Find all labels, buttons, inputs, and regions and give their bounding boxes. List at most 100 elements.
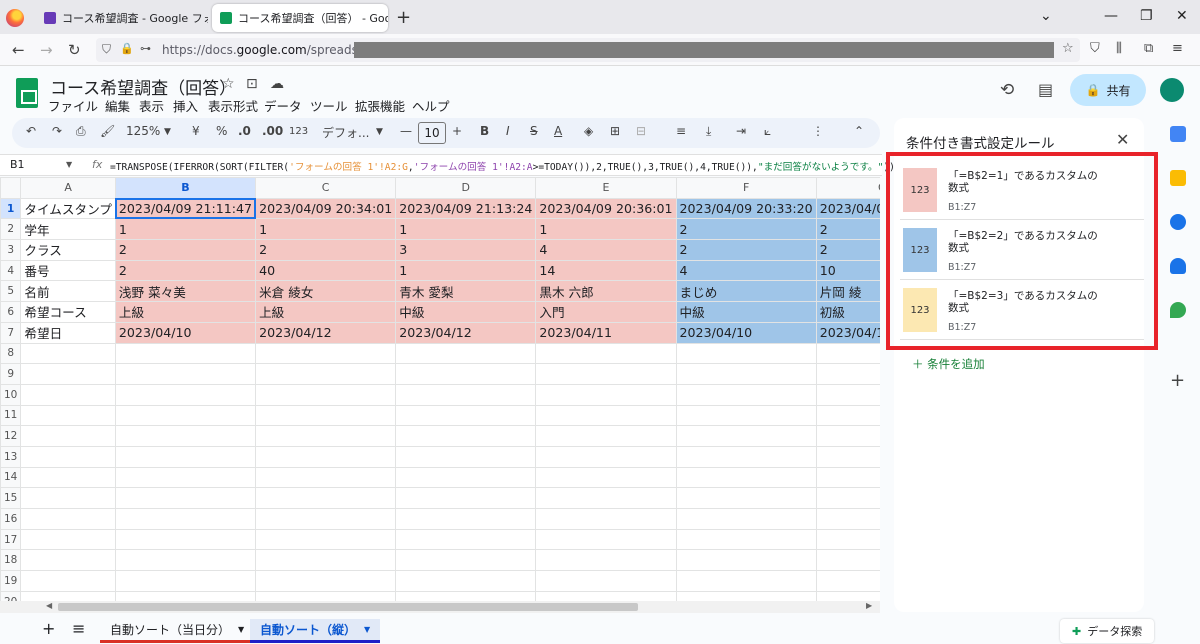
grid-cell[interactable] [114,466,257,489]
grid-cell[interactable]: 2023/04/12 [815,321,880,344]
more-options-icon[interactable]: ⋮ [812,124,824,138]
grid-cell[interactable] [255,342,397,365]
row-header[interactable]: 3 [0,239,22,261]
add-sheet-icon[interactable]: + [42,619,55,638]
grid-cell[interactable] [20,363,116,385]
grid-cell[interactable] [255,508,397,530]
grid-cell[interactable]: 4 [675,259,817,282]
grid-cell[interactable] [815,590,880,601]
grid-cell[interactable] [675,487,817,509]
text-rotate-icon[interactable]: ⟀ [764,124,771,139]
grid-cell[interactable] [395,528,537,551]
browser-tab-forms[interactable]: コース希望調査 - Google フォーム [36,4,208,32]
scroll-left-icon[interactable]: ◀ [46,601,52,610]
grid-cell[interactable] [395,342,537,365]
grid-cell[interactable]: 1 [114,218,257,241]
grid-cell[interactable]: 浅野 菜々美 [114,280,257,303]
paint-format-icon[interactable]: 🖌 [100,124,115,138]
grid-cell[interactable]: 2 [255,239,397,261]
merge-cells-icon[interactable]: ⊟ [636,124,646,138]
fill-color-icon[interactable]: ◈ [584,124,593,138]
grid-cell[interactable] [535,363,677,385]
column-header-G[interactable]: G [815,177,880,199]
row-header[interactable]: 7 [0,321,22,344]
tab-list-chevron-icon[interactable]: ⌄ [1040,8,1052,24]
grid-cell[interactable] [395,487,537,509]
grid-cell[interactable]: 番号 [20,259,116,282]
menu-format[interactable]: 表示形式 [208,96,258,115]
comments-icon[interactable]: ▤ [1038,80,1053,99]
grid-cell[interactable] [815,363,880,385]
grid-cell[interactable] [114,528,257,551]
grid-cell[interactable] [114,487,257,509]
grid-cell[interactable]: 2023/04/09 20:33:20 [675,197,817,220]
version-history-icon[interactable]: ⟲ [1000,80,1014,100]
grid-cell[interactable] [395,570,537,592]
grid-cell[interactable] [255,466,397,489]
chevron-down-icon[interactable]: ▼ [364,625,370,634]
grid-cell[interactable] [395,445,537,468]
grid-cell[interactable] [20,508,116,530]
grid-cell[interactable] [815,570,880,592]
grid-cell[interactable] [535,487,677,509]
grid-cell[interactable]: 4 [535,239,677,261]
grid-cell[interactable] [535,508,677,530]
close-icon[interactable]: ✕ [1116,130,1129,149]
menu-edit[interactable]: 編集 [105,96,130,115]
row-header[interactable]: 10 [0,383,22,406]
font-size-input[interactable]: 10 [418,122,446,144]
tasks-icon[interactable] [1170,214,1186,230]
grid-cell[interactable] [675,508,817,530]
grid-cell[interactable]: 入門 [535,301,677,323]
menu-extensions[interactable]: 拡張機能 [355,96,405,115]
grid-cell[interactable] [395,363,537,385]
grid-cell[interactable]: 14 [535,259,677,282]
grid-cell[interactable] [675,383,817,406]
row-header[interactable]: 6 [0,301,22,323]
grid-cell[interactable] [675,570,817,592]
grid-cell[interactable]: 1 [395,259,537,282]
grid-cell[interactable] [535,466,677,489]
grid-cell[interactable] [395,466,537,489]
reload-icon[interactable]: ↻ [68,41,81,59]
grid-cell[interactable] [395,508,537,530]
text-wrap-icon[interactable]: ⇥ [736,124,746,138]
grid-cell[interactable]: 2023/04/12 [395,321,537,344]
grid-cell[interactable]: 2023/04/09 20:35:2 [815,197,880,220]
firefox-logo-icon[interactable] [6,9,24,27]
grid-cell[interactable]: 希望コース [20,301,116,323]
grid-cell[interactable] [20,342,116,365]
close-window-icon[interactable]: ✕ [1176,8,1188,24]
grid-cell[interactable] [255,425,397,447]
row-header[interactable]: 19 [0,570,22,592]
calendar-icon[interactable] [1170,126,1186,142]
horizontal-scrollbar[interactable]: ◀ ▶ [0,601,880,613]
grid-cell[interactable]: 希望日 [20,321,116,344]
grid-cell[interactable]: 1 [535,218,677,241]
grid-cell[interactable] [815,342,880,365]
grid-cell[interactable] [20,404,116,427]
grid-cell[interactable] [815,383,880,406]
all-sheets-icon[interactable]: ≡ [72,619,85,638]
shield-icon[interactable]: ⛉ [102,42,111,57]
grid-cell[interactable]: 40 [255,259,397,282]
bookmark-star-icon[interactable]: ☆ [1062,41,1074,56]
grid-cell[interactable] [675,466,817,489]
bold-button[interactable]: B [480,124,489,138]
row-header[interactable]: 18 [0,549,22,572]
lock-icon[interactable]: 🔒 [120,42,134,55]
back-icon[interactable]: ← [12,41,25,59]
grid-cell[interactable]: 2023/04/12 [255,321,397,344]
grid-cell[interactable] [395,425,537,447]
add-addon-icon[interactable]: + [1170,370,1185,391]
browser-tab-sheets[interactable]: コース希望調査（回答） - Googl ✕ [212,4,388,32]
keep-icon[interactable] [1170,170,1186,186]
font-select[interactable]: デフォ... [322,124,369,141]
grid-cell[interactable]: 米倉 綾女 [255,280,397,303]
add-rule-button[interactable]: ＋ 条件を追加 [912,356,985,372]
grid-cell[interactable] [114,425,257,447]
row-header[interactable]: 12 [0,425,22,447]
grid-cell[interactable] [20,487,116,509]
grid-cell[interactable]: 2023/04/10 [114,321,257,344]
redo-icon[interactable]: ↷ [52,124,62,138]
